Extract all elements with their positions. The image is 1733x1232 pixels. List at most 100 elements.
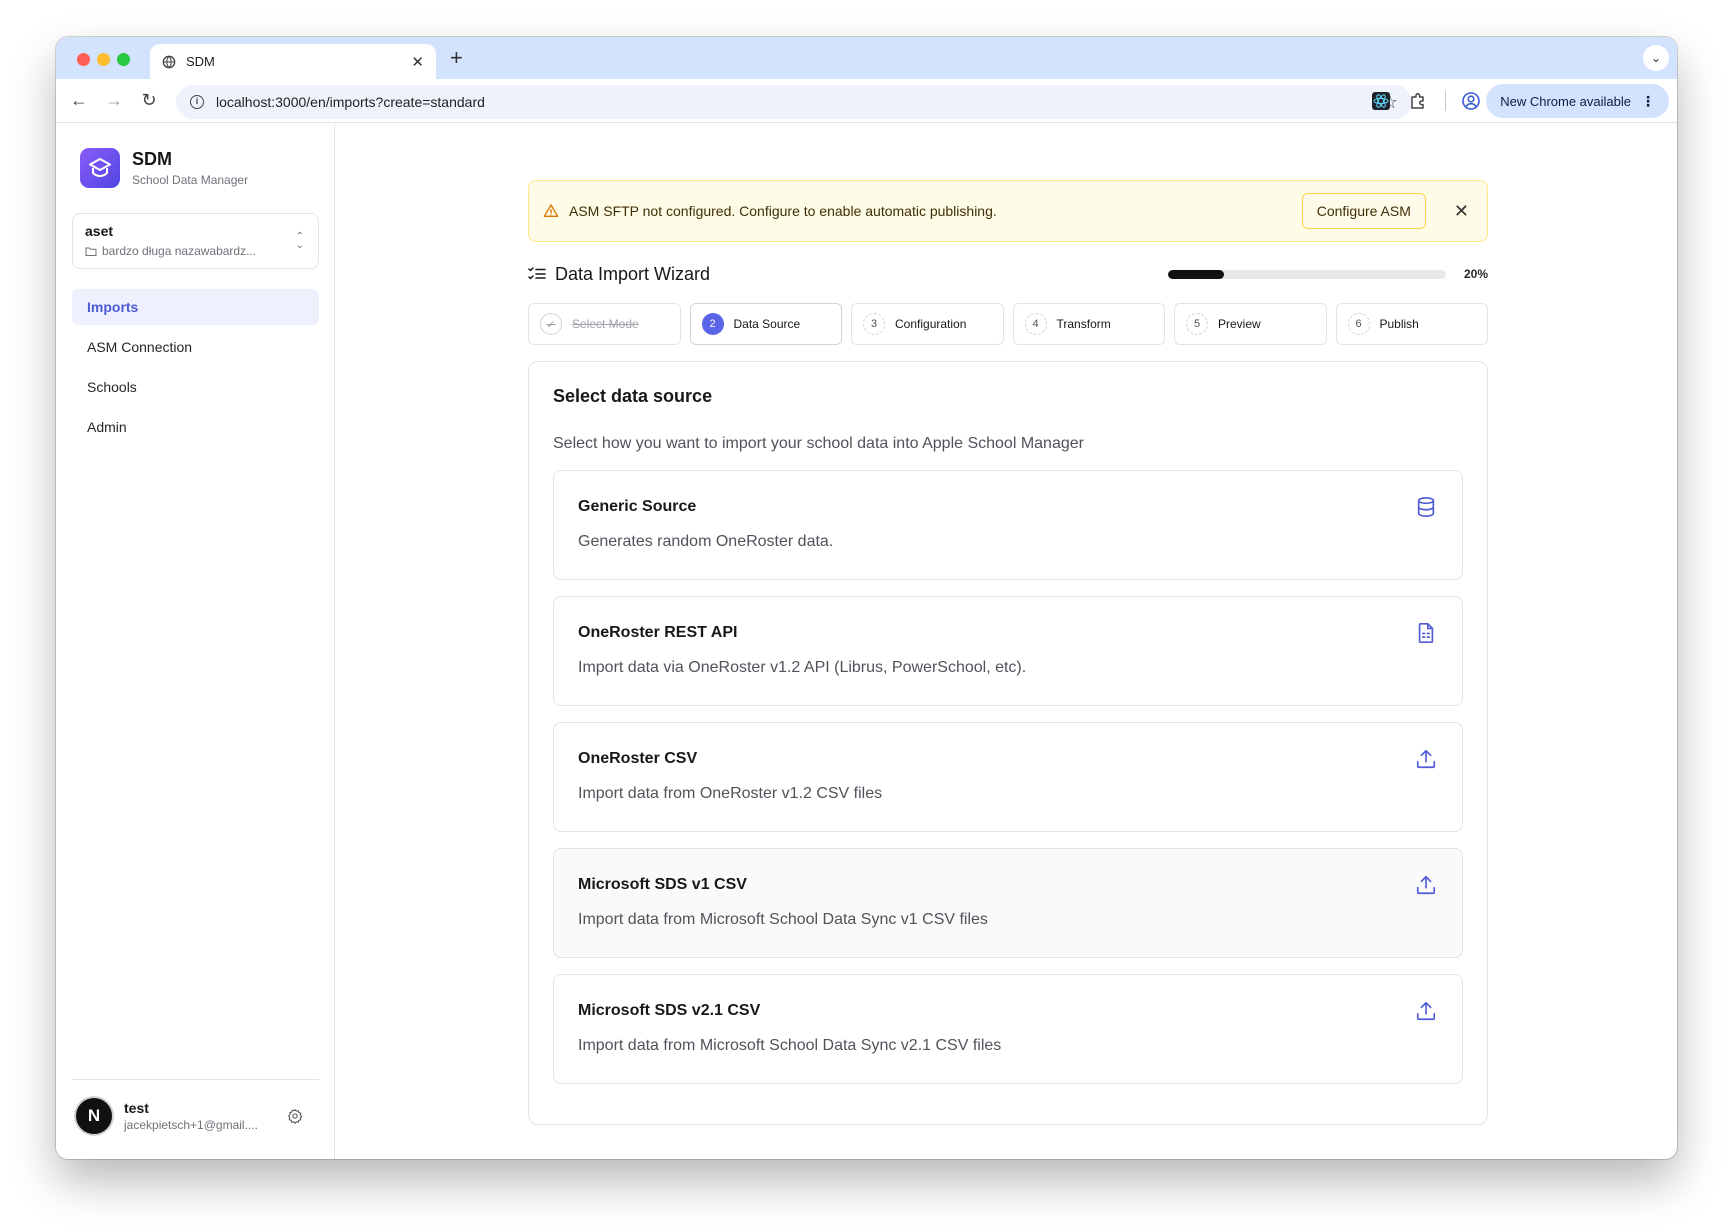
source-option-sds-v1[interactable]: Microsoft SDS v1 CSV Import data from Mi… bbox=[553, 848, 1463, 958]
upload-icon bbox=[1416, 749, 1436, 769]
maximize-window-button[interactable] bbox=[117, 53, 130, 66]
kebab-menu-icon[interactable]: ⋮ bbox=[1641, 93, 1655, 110]
sidebar-item-admin[interactable]: Admin bbox=[72, 409, 319, 445]
sidebar-item-imports[interactable]: Imports bbox=[72, 289, 319, 325]
step-publish[interactable]: 6 Publish bbox=[1335, 303, 1488, 345]
source-option-oneroster-csv[interactable]: OneRoster CSV Import data from OneRoster… bbox=[553, 722, 1463, 832]
step-preview[interactable]: 5 Preview bbox=[1174, 303, 1327, 345]
address-bar[interactable]: i localhost:3000/en/imports?create=stand… bbox=[176, 85, 1412, 119]
option-title: OneRoster CSV bbox=[578, 750, 698, 767]
card-description: Select how you want to import your schoo… bbox=[553, 435, 1084, 452]
sidebar-item-asm-connection[interactable]: ASM Connection bbox=[72, 329, 319, 365]
step-configuration[interactable]: 3 Configuration bbox=[851, 303, 1004, 345]
forward-icon[interactable]: → bbox=[103, 90, 125, 111]
toolbar-divider bbox=[1445, 91, 1446, 111]
close-window-button[interactable] bbox=[77, 53, 90, 66]
browser-tab[interactable]: SDM ✕ bbox=[150, 44, 436, 79]
list-checks-icon bbox=[528, 267, 546, 280]
check-icon: ✓ bbox=[540, 313, 562, 335]
option-title: OneRoster REST API bbox=[578, 624, 738, 641]
database-icon bbox=[1417, 497, 1435, 517]
step-number: 3 bbox=[863, 313, 885, 335]
wizard-progress-fill bbox=[1168, 270, 1224, 279]
step-number: 4 bbox=[1024, 313, 1047, 335]
brand[interactable]: SDM School Data Manager bbox=[80, 148, 248, 188]
sdm-logo-icon bbox=[80, 148, 120, 188]
sidebar-nav: Imports ASM Connection Schools Admin bbox=[72, 289, 319, 449]
profile-icon[interactable] bbox=[1461, 91, 1481, 111]
tab-search-button[interactable]: ⌄ bbox=[1643, 45, 1669, 71]
warning-triangle-icon bbox=[543, 204, 559, 217]
option-description: Generates random OneRoster data. bbox=[578, 533, 834, 550]
main-content: ASM SFTP not configured. Configure to en… bbox=[335, 124, 1677, 1159]
user-panel: N test jacekpietsch+1@gmail.... bbox=[72, 1079, 319, 1136]
avatar[interactable]: N bbox=[74, 1096, 114, 1136]
org-subtitle: bardzo długa nazawabardz... bbox=[102, 244, 257, 258]
step-label: Data Source bbox=[733, 317, 801, 331]
react-devtools-icon[interactable] bbox=[1371, 91, 1391, 111]
browser-toolbar: ← → ↻ i localhost:3000/en/imports?create… bbox=[56, 79, 1677, 123]
org-subtitle-row: bardzo długa nazawabardz... bbox=[85, 244, 306, 258]
new-tab-button[interactable]: + bbox=[450, 45, 463, 71]
step-data-source[interactable]: 2 Data Source bbox=[689, 303, 842, 345]
brand-name: SDM bbox=[132, 149, 172, 169]
upload-icon bbox=[1416, 875, 1436, 895]
wizard-steps: ✓ Select Mode 2 Data Source 3 Configurat… bbox=[528, 303, 1488, 345]
card-title: Select data source bbox=[553, 386, 713, 406]
brand-subtitle: School Data Manager bbox=[132, 173, 249, 187]
app-root: SDM School Data Manager aset bardzo dług… bbox=[56, 124, 1677, 1159]
wizard-header: Data Import Wizard 20% bbox=[528, 262, 1488, 286]
tab-strip: SDM ✕ + ⌄ bbox=[56, 37, 1677, 79]
configure-asm-button[interactable]: Configure ASM bbox=[1301, 193, 1426, 229]
step-label: Preview bbox=[1218, 317, 1261, 331]
upload-icon bbox=[1416, 1001, 1436, 1021]
wizard-container: ASM SFTP not configured. Configure to en… bbox=[528, 180, 1488, 1125]
organization-switcher[interactable]: aset bardzo długa nazawabardz... ⌃ ⌄ bbox=[72, 213, 319, 269]
sidebar: SDM School Data Manager aset bardzo dług… bbox=[56, 124, 335, 1159]
browser-window: SDM ✕ + ⌄ ← → ↻ i localhost:3000/en/impo… bbox=[56, 37, 1677, 1159]
url-text[interactable]: localhost:3000/en/imports?create=standar… bbox=[216, 94, 1370, 110]
step-label: Transform bbox=[1056, 317, 1111, 331]
step-label: Publish bbox=[1379, 317, 1419, 331]
user-email: jacekpietsch+1@gmail.... bbox=[124, 1118, 258, 1132]
globe-icon bbox=[162, 55, 176, 68]
option-title: Microsoft SDS v2.1 CSV bbox=[578, 1002, 761, 1019]
source-option-sds-v21[interactable]: Microsoft SDS v2.1 CSV Import data from … bbox=[553, 974, 1463, 1084]
close-icon[interactable]: ✕ bbox=[1454, 201, 1469, 222]
file-spreadsheet-icon bbox=[1418, 623, 1434, 643]
option-title: Generic Source bbox=[578, 498, 697, 515]
reload-icon[interactable]: ↻ bbox=[138, 90, 160, 111]
folder-icon bbox=[85, 247, 97, 256]
sftp-warning-alert: ASM SFTP not configured. Configure to en… bbox=[528, 180, 1488, 242]
extensions-icon[interactable] bbox=[1408, 91, 1428, 111]
chrome-update-button[interactable]: New Chrome available ⋮ bbox=[1486, 84, 1669, 118]
option-description: Import data via OneRoster v1.2 API (Libr… bbox=[578, 659, 1027, 676]
step-transform[interactable]: 4 Transform bbox=[1012, 303, 1165, 345]
tab-close-icon[interactable]: ✕ bbox=[411, 53, 424, 71]
step-label: Select Mode bbox=[572, 317, 639, 331]
sidebar-item-schools[interactable]: Schools bbox=[72, 369, 319, 405]
alert-message: ASM SFTP not configured. Configure to en… bbox=[569, 203, 997, 219]
chevrons-up-down-icon: ⌃ ⌄ bbox=[295, 231, 304, 251]
source-option-generic[interactable]: Generic Source Generates random OneRoste… bbox=[553, 470, 1463, 580]
data-source-card: Select data source Select how you want t… bbox=[528, 361, 1488, 1125]
wizard-progress-bar bbox=[1168, 270, 1446, 279]
minimize-window-button[interactable] bbox=[97, 53, 110, 66]
step-select-mode[interactable]: ✓ Select Mode bbox=[528, 303, 681, 345]
tab-title: SDM bbox=[186, 54, 215, 69]
option-description: Import data from Microsoft School Data S… bbox=[578, 1037, 1002, 1054]
source-options: Generic Source Generates random OneRoste… bbox=[553, 470, 1463, 1084]
step-label: Configuration bbox=[895, 317, 967, 331]
gear-icon[interactable] bbox=[287, 1108, 303, 1124]
option-description: Import data from Microsoft School Data S… bbox=[578, 911, 988, 928]
step-number: 6 bbox=[1347, 313, 1370, 335]
chrome-update-label: New Chrome available bbox=[1500, 93, 1631, 109]
option-title: Microsoft SDS v1 CSV bbox=[578, 876, 747, 893]
wizard-title: Data Import Wizard bbox=[555, 263, 711, 284]
source-option-oneroster-api[interactable]: OneRoster REST API Import data via OneRo… bbox=[553, 596, 1463, 706]
back-icon[interactable]: ← bbox=[68, 90, 90, 111]
site-info-icon[interactable]: i bbox=[190, 95, 204, 109]
wizard-progress-label: 20% bbox=[1463, 267, 1488, 281]
user-name: test bbox=[124, 1100, 149, 1116]
org-name: aset bbox=[85, 223, 114, 239]
